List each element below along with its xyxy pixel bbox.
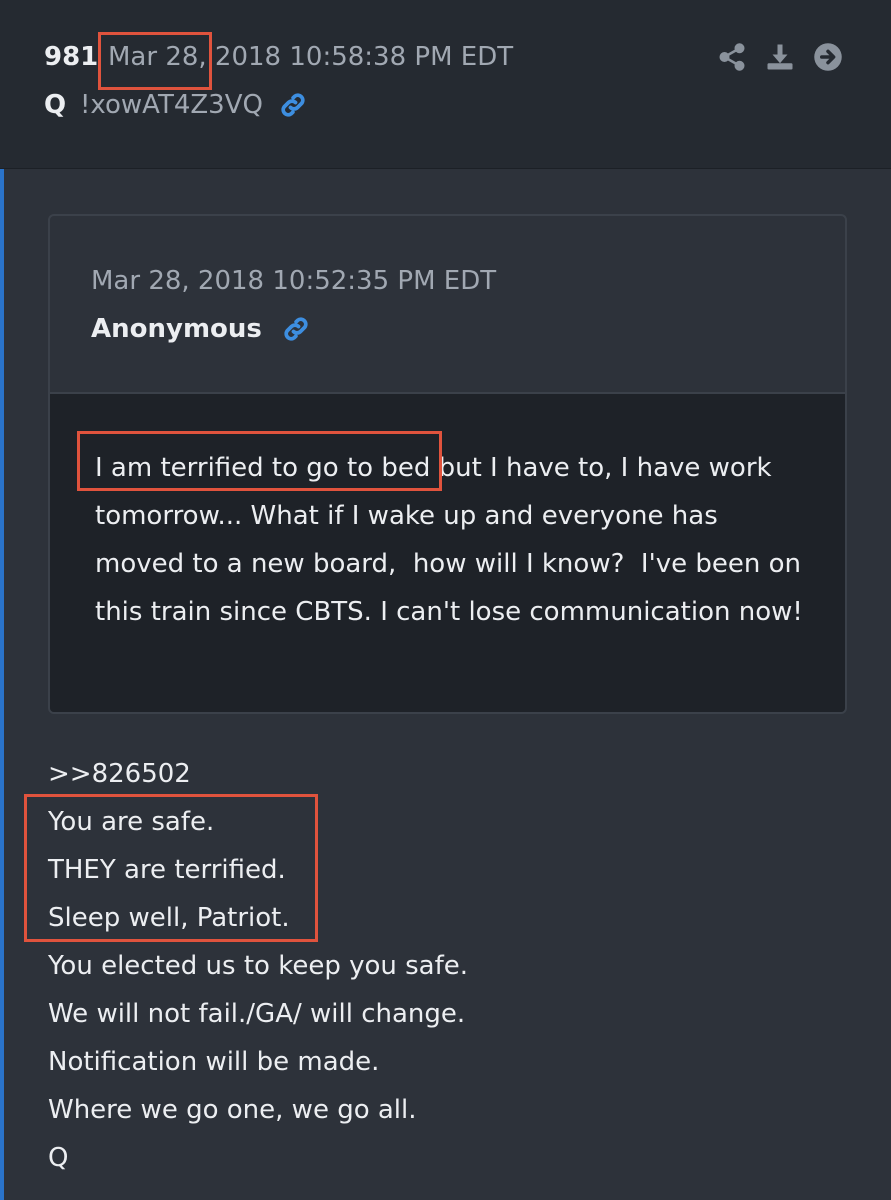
quoted-post-author: Anonymous <box>91 314 262 344</box>
quoted-post-date: Mar 28, 2018 10:52:35 PM EDT <box>91 266 497 296</box>
post-tripcode: !xowAT4Z3VQ <box>80 90 263 120</box>
download-icon[interactable] <box>765 42 795 72</box>
arrow-right-circle-icon[interactable] <box>813 42 843 72</box>
left-accent-bar <box>0 0 4 1200</box>
link-icon[interactable] <box>281 314 311 344</box>
reply-link[interactable]: >>826502 <box>48 750 468 798</box>
highlight-box-quote <box>77 431 442 491</box>
body-line: Q <box>48 1143 69 1173</box>
share-icon[interactable] <box>717 42 747 72</box>
body-line: We will not fail./GA/ will change. <box>48 999 466 1029</box>
quoted-post-header: Mar 28, 2018 10:52:35 PM EDT Anonymous <box>50 216 845 394</box>
post-number[interactable]: 981 <box>44 42 98 72</box>
body-line: Where we go one, we go all. <box>48 1095 417 1125</box>
post-actions <box>717 42 843 72</box>
highlight-box-reply <box>24 794 318 942</box>
link-icon[interactable] <box>278 90 308 120</box>
highlight-box-date <box>98 32 212 90</box>
body-line: Notification will be made. <box>48 1047 380 1077</box>
body-line: You elected us to keep you safe. <box>48 951 469 981</box>
post-author: Q <box>44 90 67 120</box>
